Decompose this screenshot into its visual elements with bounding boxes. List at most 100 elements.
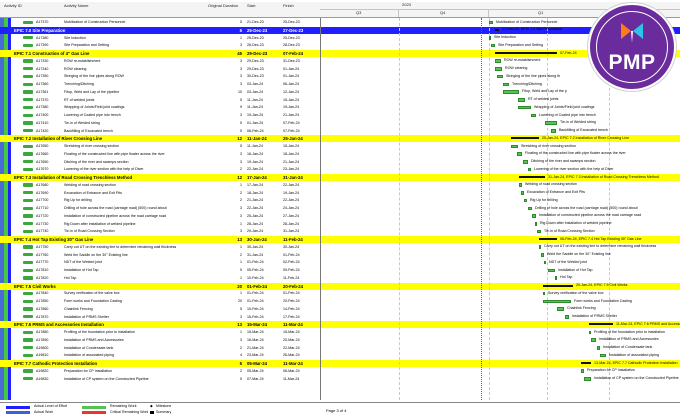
activity-duration: 3 bbox=[240, 206, 242, 210]
task-bar[interactable] bbox=[545, 121, 557, 125]
activity-start: 21-Mar-24 bbox=[247, 345, 264, 350]
task-bar[interactable] bbox=[565, 315, 569, 319]
bar-label: Installation of associated piping bbox=[609, 352, 659, 357]
activity-start: 25-Jan-24 bbox=[247, 213, 264, 218]
activity-status-icon bbox=[23, 377, 33, 381]
quarter-divider bbox=[399, 18, 400, 400]
activity-finish: 23-Jan-24 bbox=[283, 167, 300, 172]
activity-name: Welding of road crossing section bbox=[64, 182, 116, 187]
activity-status-icon bbox=[23, 214, 33, 218]
task-bar[interactable] bbox=[537, 229, 541, 234]
activity-status-icon bbox=[23, 191, 33, 195]
pmp-badge: PMP bbox=[590, 5, 674, 89]
activity-duration: 13 bbox=[237, 322, 242, 328]
summary-bar[interactable] bbox=[495, 52, 557, 55]
task-bar[interactable] bbox=[518, 98, 525, 102]
activity-name: Ditching of the river and swamps section bbox=[64, 159, 129, 164]
col-header-start[interactable]: Start bbox=[247, 3, 255, 8]
task-bar[interactable] bbox=[528, 167, 531, 172]
task-bar[interactable] bbox=[491, 43, 495, 48]
task-bar[interactable] bbox=[548, 268, 555, 273]
activity-start: 29-Dec-23 bbox=[247, 58, 264, 63]
task-bar[interactable] bbox=[528, 206, 532, 211]
bar-label: Excavation of Entrance and Exit Pits bbox=[527, 190, 585, 195]
task-bar[interactable] bbox=[543, 291, 545, 296]
activity-start: 16-Mar-24 bbox=[247, 337, 264, 342]
summary-bar[interactable] bbox=[519, 176, 545, 179]
activity-name: Lowering of the river section with the h… bbox=[64, 167, 144, 172]
task-bar[interactable] bbox=[497, 74, 503, 79]
activity-finish: 22-Jan-24 bbox=[283, 182, 300, 187]
task-bar[interactable] bbox=[597, 346, 600, 350]
task-bar[interactable] bbox=[518, 105, 531, 110]
task-bar[interactable] bbox=[589, 330, 591, 335]
task-bar[interactable] bbox=[521, 191, 524, 195]
task-bar[interactable] bbox=[524, 198, 527, 203]
activity-duration: 1 bbox=[240, 275, 242, 280]
activity-finish: 21-Jan-24 bbox=[283, 113, 300, 117]
summary-bar[interactable] bbox=[589, 323, 613, 326]
task-bar[interactable] bbox=[543, 299, 571, 304]
activity-finish: 31-Jan-24 bbox=[283, 229, 300, 234]
task-bar[interactable] bbox=[551, 129, 556, 133]
task-bar[interactable] bbox=[600, 353, 606, 358]
task-bar[interactable] bbox=[581, 369, 584, 373]
task-bar[interactable] bbox=[557, 307, 564, 311]
activity-status-icon bbox=[23, 206, 33, 210]
col-header-duration[interactable]: Original Duration bbox=[208, 3, 238, 8]
activity-name: Installation of associated piping bbox=[64, 353, 114, 358]
task-bar[interactable] bbox=[591, 338, 596, 342]
activity-duration: 5 bbox=[239, 361, 242, 366]
task-bar[interactable] bbox=[489, 20, 493, 25]
task-bar[interactable] bbox=[531, 113, 536, 118]
bar-label: Chainlink Fencing bbox=[567, 306, 596, 311]
activity-start: 29-Dec-23 bbox=[247, 51, 268, 56]
summary-bar[interactable] bbox=[495, 28, 499, 31]
activity-finish: 14-Feb-24 bbox=[283, 306, 300, 311]
col-header-id[interactable]: Activity ID bbox=[4, 3, 22, 8]
task-bar[interactable] bbox=[495, 67, 502, 71]
quarter-divider bbox=[489, 18, 490, 400]
bar-label: ROW clearing bbox=[505, 66, 528, 71]
activity-start: 31-Jan-24 bbox=[247, 252, 264, 257]
activity-start: 23-Mar-24 bbox=[247, 353, 264, 358]
task-bar[interactable] bbox=[495, 59, 501, 63]
task-bar[interactable] bbox=[539, 245, 541, 249]
task-bar[interactable] bbox=[555, 276, 557, 280]
task-bar[interactable] bbox=[519, 183, 522, 187]
activity-name: Drilling of hole across the road (carria… bbox=[64, 206, 167, 210]
task-bar[interactable] bbox=[544, 260, 546, 265]
bar-label: Installation of Condensate tank bbox=[603, 345, 653, 350]
task-bar[interactable] bbox=[503, 90, 519, 94]
task-bar[interactable] bbox=[532, 214, 536, 218]
summary-bar[interactable] bbox=[543, 284, 573, 287]
activity-status-icon bbox=[23, 276, 33, 280]
task-bar[interactable] bbox=[503, 82, 509, 87]
col-header-name[interactable]: Activity Name bbox=[64, 3, 88, 8]
task-bar[interactable] bbox=[517, 152, 522, 156]
activity-start: 30-Dec-23 bbox=[247, 74, 264, 79]
activity-start: 01-Jan-24 bbox=[247, 120, 264, 125]
summary-bar[interactable] bbox=[539, 238, 557, 241]
activity-finish: 09-Feb-24 bbox=[283, 268, 300, 272]
legend-swatch-remaining bbox=[82, 406, 106, 409]
activity-duration: 5 bbox=[240, 128, 242, 133]
col-header-finish[interactable]: Finish bbox=[283, 3, 294, 8]
activity-status-icon bbox=[23, 129, 33, 133]
task-bar[interactable] bbox=[489, 36, 491, 40]
task-bar[interactable] bbox=[584, 377, 591, 381]
activity-finish: 15-Mar-24 bbox=[283, 330, 300, 334]
task-bar[interactable] bbox=[523, 160, 528, 164]
activity-status-icon bbox=[23, 36, 33, 40]
task-bar[interactable] bbox=[541, 253, 544, 257]
summary-bar[interactable] bbox=[581, 362, 591, 365]
activity-start: 18-Jan-24 bbox=[247, 190, 264, 195]
legend-swatch-summary bbox=[150, 411, 154, 414]
task-bar[interactable] bbox=[511, 144, 518, 149]
activity-name: Fitup, Weld and Lay of the pipeline bbox=[64, 89, 120, 94]
activity-start: 01-Feb-24 bbox=[247, 283, 268, 289]
activity-status-icon bbox=[23, 222, 33, 226]
activity-name: Installation of Hot Tap bbox=[64, 268, 99, 272]
summary-bar[interactable] bbox=[511, 137, 539, 140]
task-bar[interactable] bbox=[535, 222, 537, 226]
